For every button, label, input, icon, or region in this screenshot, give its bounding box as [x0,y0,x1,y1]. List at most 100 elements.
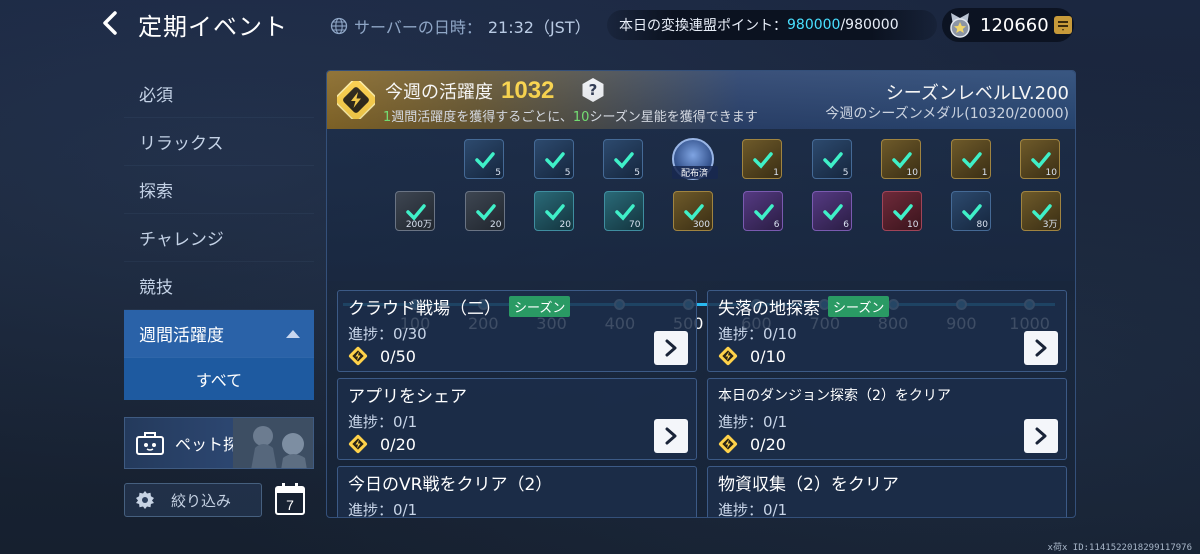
season-level: シーズンレベルLV.200 [885,83,1069,104]
reward-quantity: 5 [842,168,849,178]
reward-item[interactable]: 10 [881,191,922,231]
weekly-activity-panel: 今週の活躍度 1032 ? 1週間活躍度を獲得するごとに、10シーズン星能を獲得… [326,70,1076,518]
back-arrow-icon [103,11,117,35]
pet-artwork-image [233,418,313,468]
reward-quantity: 20 [490,220,502,230]
activity-bolt-icon [718,346,738,366]
alliance-points-max: /980000 [840,17,899,33]
reward-quantity: 6 [843,220,849,230]
reward-item[interactable]: 300 [673,191,713,231]
sidebar-item-label: チャレンジ [139,230,224,250]
filter-button[interactable]: 絞り込み [124,483,262,517]
activity-bolt-icon [718,434,738,454]
activity-bolt-icon [348,346,368,366]
reward-item[interactable]: 6 [742,191,783,231]
reward-item[interactable]: 5 [811,139,852,179]
pet-carrier-icon [136,432,164,455]
task-reward-value: 0/20 [750,434,786,454]
sidebar-item-explore[interactable]: 探索 [124,166,314,214]
reward-item[interactable]: 200万 [395,191,435,231]
task-title: 失落の地探索 シーズン [718,294,890,319]
reward-item[interactable]: 5 [603,139,643,179]
task-reward: 0/20 [348,434,416,454]
go-button[interactable] [654,419,688,453]
page-title: 定期イベント [138,13,288,41]
task-title-text: 本日のダンジョン探索（2）をクリア [718,388,951,404]
gear-icon [136,491,154,509]
checkmark-icon [544,152,565,169]
task-card: 物資収集（2）をクリア 進捗：0/1 [707,466,1067,517]
task-title-text: 今日のVR戦をクリア（2） [348,475,553,495]
reward-quantity: 5 [495,168,501,178]
sidebar-item-competition[interactable]: 競技 [124,262,314,310]
user-id: x荷x ID:1141522018299117976 [1047,543,1192,553]
task-reward: 0/50 [348,346,416,366]
back-button[interactable] [96,8,126,38]
pet-expedition-banner[interactable]: ペット探検 [124,417,314,469]
reward-quantity: 6 [773,220,780,230]
server-time-label: サーバーの日時： [354,18,482,37]
help-icon[interactable]: ? [581,77,605,103]
globe-icon [330,17,348,35]
checkmark-icon [823,204,843,221]
checkmark-icon [961,152,982,169]
weekly-activity-score: 1032 [501,77,555,104]
reward-item[interactable]: 6 [812,191,852,231]
sidebar-item-required[interactable]: 必須 [124,70,314,118]
go-button[interactable] [1024,331,1058,365]
reward-quantity: 200万 [405,220,432,230]
reward-item[interactable]: 10 [881,139,921,179]
sidebar-item-challenge[interactable]: チャレンジ [124,214,314,262]
caret-up-icon [286,329,300,338]
task-title: クラウド戦場（二） シーズン [348,294,571,319]
sidebar-subitem-all[interactable]: すべて [124,358,314,400]
help-icon-glyph: ? [589,81,598,99]
alliance-points-label: 本日の変換連盟ポイント： [619,18,787,34]
reward-quantity: 5 [564,168,571,178]
reward-item-claimed[interactable]: 配布済 [671,138,718,180]
weekly-activity-label: 今週の活躍度 [385,82,493,103]
desc-text-1: 週間活躍度を獲得するごとに、 [391,110,573,125]
reward-item[interactable]: 20 [464,191,505,231]
reward-item[interactable]: 70 [603,191,644,231]
chevron-right-icon [1035,427,1047,445]
go-button[interactable] [1024,419,1058,453]
reward-quantity: 3万 [1042,220,1058,230]
sidebar-item-weekly-activity[interactable]: 週間活躍度 [124,310,314,358]
task-title: 本日のダンジョン探索（2）をクリア [718,385,951,405]
reward-item[interactable]: 5 [533,139,574,179]
activity-bolt-icon [337,81,375,119]
checkmark-icon [475,152,495,169]
go-button[interactable] [654,331,688,365]
sidebar-item-label: 競技 [139,278,173,298]
reward-quantity: 300 [692,220,710,230]
calendar-icon[interactable]: 7 [274,482,306,516]
currency-display[interactable]: 120660 [942,8,1074,42]
reward-item[interactable]: 3万 [1020,191,1061,231]
weekly-activity-description: 1週間活躍度を獲得するごとに、10シーズン星能を獲得できます [383,106,758,125]
task-title-text: 物資収集（2）をクリア [718,475,899,495]
reward-item[interactable]: 1 [950,139,991,179]
reward-item[interactable]: 5 [464,139,504,179]
task-card: 失落の地探索 シーズン 進捗：0/10 0/10 [707,290,1067,372]
sidebar-item-label: リラックス [139,134,224,154]
reward-quantity: 10 [907,220,919,230]
calendar-day-number: 7 [286,497,294,513]
task-progress: 進捗：0/1 [348,413,418,431]
reward-item[interactable]: 80 [951,191,991,231]
medal-icon [950,13,970,38]
reward-item[interactable]: 10 [1020,139,1060,179]
task-progress: 進捗：0/10 [718,325,797,343]
chevron-right-icon [665,427,677,445]
currency-add-icon[interactable] [1053,15,1073,35]
task-title: アプリをシェア [348,382,467,407]
task-title: 物資収集（2）をクリア [718,470,899,495]
task-card: 今日のVR戦をクリア（2） 進捗：0/1 [337,466,697,517]
desc-text-2: シーズン星能を獲得できます [589,110,758,125]
task-card: 本日のダンジョン探索（2）をクリア 進捗：0/1 0/20 [707,378,1067,460]
sidebar-item-relax[interactable]: リラックス [124,118,314,166]
reward-item[interactable]: 20 [534,191,574,231]
chevron-right-icon [1035,339,1047,357]
alliance-points: 本日の変換連盟ポイント： 980000 /980000 [607,10,937,40]
reward-item[interactable]: 1 [742,139,782,179]
